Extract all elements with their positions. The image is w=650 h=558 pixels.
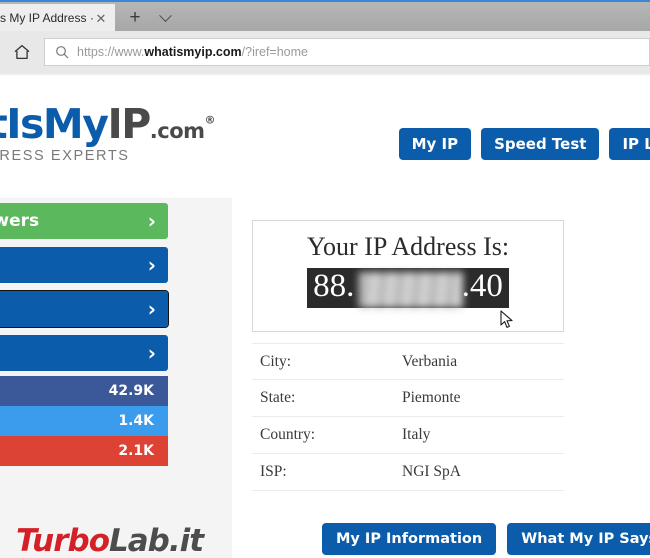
tab-title: s My IP Address · (0, 11, 93, 25)
chevron-down-icon[interactable] (152, 6, 178, 30)
watermark-gray-part: Lab.it (109, 523, 204, 558)
ip-value-container: 88.000.000.40 (253, 268, 563, 308)
social-count: 42.9K (108, 383, 154, 399)
info-value-country: Italy (402, 426, 431, 443)
social-counter-facebook[interactable]: 42.9K (0, 376, 168, 406)
info-value-city: Verbania (402, 352, 458, 370)
ip-redaction-blur (359, 272, 464, 308)
sidebar-item-label: Answers (0, 211, 40, 231)
logo-registered-mark: ® (204, 113, 216, 127)
web-page: atIsMyIP.com® ADDRESS EXPERTS My IP Spee… (0, 76, 650, 558)
chevron-right-icon: › (147, 297, 156, 321)
mouse-cursor (500, 310, 514, 335)
social-counter-other[interactable]: 2.1K (0, 436, 168, 466)
url-prefix: https://www. (77, 45, 145, 59)
url-domain: whatismyip.com (144, 45, 242, 59)
address-bar-text: https://www.whatismyip.com/?iref=home (73, 45, 308, 59)
home-icon[interactable] (0, 31, 44, 73)
logo-dotcom: .com (149, 119, 205, 143)
browser-toolbar: https://www.whatismyip.com/?iref=home (0, 31, 650, 73)
sidebar: Answers › › › › (0, 203, 169, 379)
logo-gray-part: IP (107, 100, 151, 148)
ip-card-title: Your IP Address Is: (306, 232, 510, 261)
sidebar-item-3[interactable]: › (0, 290, 169, 328)
what-my-ip-says-about-me-button[interactable]: What My IP Says Ab (507, 523, 650, 555)
url-suffix: /?iref=home (241, 45, 308, 59)
table-row: City: Verbania (252, 343, 564, 380)
browser-window: s My IP Address · ✕ + https://www.whatis… (0, 0, 650, 558)
info-key-country: Country: (260, 426, 316, 443)
social-counters: 42.9K 1.4K 2.1K (0, 376, 168, 466)
info-value-state: Piemonte (402, 389, 461, 406)
ip-info-table: City: Verbania State: Piemonte Country: … (252, 343, 564, 491)
table-row: Country: Italy (252, 417, 564, 454)
turbolab-watermark: TurboLab.it (16, 523, 204, 558)
table-row: State: Piemonte (252, 380, 564, 417)
watermark-red-part: Turbo (16, 523, 110, 558)
social-counter-twitter[interactable]: 1.4K (0, 406, 168, 436)
nav-button-my-ip[interactable]: My IP (398, 128, 472, 160)
address-bar[interactable]: https://www.whatismyip.com/?iref=home (44, 38, 650, 66)
new-tab-button[interactable]: + (122, 6, 148, 30)
chevron-right-icon: › (147, 253, 156, 277)
top-navigation: My IP Speed Test IP Loc (398, 128, 650, 160)
logo-tagline: ADDRESS EXPERTS (0, 148, 130, 164)
info-key-state: State: (260, 389, 296, 406)
site-header: atIsMyIP.com® ADDRESS EXPERTS My IP Spee… (0, 76, 650, 198)
main-content-panel: Your IP Address Is: 88.000.000.40 City: … (232, 198, 650, 558)
ip-prefix: 88. (313, 268, 355, 304)
site-logo[interactable]: atIsMyIP.com® ADDRESS EXPERTS (0, 100, 216, 164)
table-row: ISP: NGI SpA (252, 454, 564, 491)
info-value-isp: NGI SpA (402, 463, 461, 480)
sidebar-item-4[interactable]: › (0, 335, 168, 371)
nav-button-speed-test[interactable]: Speed Test (481, 128, 600, 160)
chevron-right-icon: › (147, 209, 156, 233)
sidebar-item-2[interactable]: › (0, 247, 168, 283)
logo-wordmark: atIsMyIP.com® (0, 100, 216, 148)
chevron-down-glyph (158, 8, 172, 22)
info-key-isp: ISP: (260, 463, 287, 480)
tab-strip: s My IP Address · ✕ + (0, 0, 650, 33)
sidebar-item-answers[interactable]: Answers › (0, 203, 168, 239)
logo-blue-part: atIsMy (0, 100, 109, 148)
action-buttons: My IP Information What My IP Says Ab (322, 523, 650, 555)
social-count: 2.1K (118, 443, 154, 459)
my-ip-information-button[interactable]: My IP Information (322, 523, 497, 555)
search-icon (51, 45, 73, 59)
ip-address-value[interactable]: 88.000.000.40 (307, 268, 509, 308)
ip-address-card: Your IP Address Is: 88.000.000.40 (252, 220, 564, 332)
nav-button-ip-location[interactable]: IP Loc (609, 128, 650, 160)
close-icon[interactable]: ✕ (93, 4, 109, 33)
social-count: 1.4K (118, 413, 154, 429)
page-body: Answers › › › › 42.9K (0, 198, 650, 558)
chevron-right-icon: › (147, 341, 156, 365)
ip-suffix: .40 (461, 268, 503, 304)
browser-tab[interactable]: s My IP Address · ✕ (0, 4, 115, 33)
info-key-city: City: (260, 352, 292, 370)
